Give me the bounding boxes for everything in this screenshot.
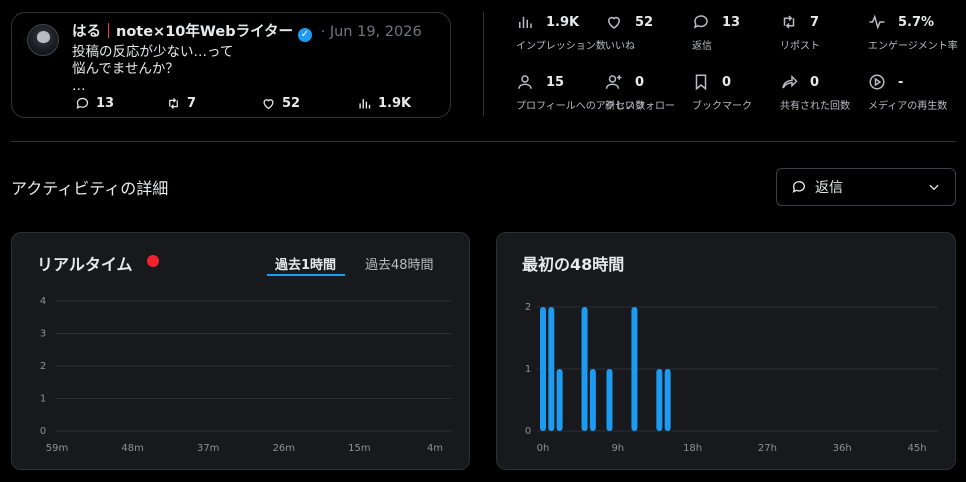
x-tick-label: 4m (427, 443, 443, 454)
x-tick-label: 48m (121, 443, 143, 454)
tweet-header: はる note×10年Webライター ✓ · Jun 19, 2026 (72, 22, 422, 42)
y-tick-label: 0 (525, 426, 531, 437)
reply-count: 13 (96, 96, 115, 111)
tweet-date-text: Jun 19, 2026 (329, 24, 422, 40)
metric-value: 5.7% (898, 14, 935, 30)
reply-icon (76, 97, 89, 110)
y-tick-label: 2 (525, 302, 531, 313)
tweet-actions: 13 7 52 1.9K (75, 96, 445, 114)
reply-action[interactable]: 13 (75, 96, 114, 111)
bar[interactable] (540, 307, 546, 431)
bar[interactable] (656, 369, 663, 431)
y-tick-label: 0 (40, 426, 46, 437)
reply-icon (693, 15, 708, 29)
share-icon (782, 74, 798, 89)
activity-title: アクティビティの詳細 (11, 179, 169, 198)
bar[interactable] (581, 307, 588, 431)
metric-play: - メディアの再生数 (868, 72, 966, 112)
tweet-card[interactable]: はる note×10年Webライター ✓ · Jun 19, 2026 投稿の反応が… (11, 12, 451, 118)
heart-icon (263, 99, 274, 110)
bar[interactable] (556, 369, 563, 431)
like-count: 52 (282, 96, 301, 111)
follow-icon (605, 75, 622, 89)
tweet-body: 投稿の反応が少ない…って 悩んでませんか？ … (72, 44, 234, 94)
repost-icon (169, 98, 178, 109)
first-48h-chart: 0 1 2 0h 9h 18h 27h 36h 45h (525, 302, 938, 454)
views-action[interactable]: 1.9K (357, 96, 411, 111)
x-tick-label: 45h (907, 443, 926, 454)
metric-value: 0 (810, 74, 820, 90)
bar[interactable] (631, 307, 638, 431)
avatar[interactable] (27, 24, 59, 56)
metric-value: - (898, 74, 904, 90)
repost-icon (783, 15, 795, 29)
bar[interactable] (606, 369, 613, 431)
x-tick-label: 27h (758, 443, 777, 454)
vertical-divider (483, 12, 484, 116)
tweet-date: · Jun 19, 2026 (316, 24, 422, 40)
y-tick-label: 2 (40, 361, 46, 372)
bar[interactable] (589, 369, 596, 431)
bar[interactable] (664, 369, 671, 431)
author-name[interactable]: はる (72, 24, 101, 40)
dropdown-selected: 返信 (815, 180, 843, 196)
first-48h-panel: 最初の48時間 0 1 2 0h 9h 18h 27h 36h 45h (496, 232, 956, 470)
x-tick-label: 36h (833, 443, 852, 454)
bar-chart-icon (359, 99, 371, 109)
metric-value: 0 (635, 74, 645, 90)
metric-label: エンゲージメント率 (868, 41, 958, 52)
metric-value: 0 (722, 74, 732, 90)
activity-type-dropdown[interactable]: 返信 (776, 168, 956, 206)
x-tick-label: 15m (348, 443, 370, 454)
realtime-chart: 0 1 2 3 4 59m 48m 37m 26m 15m 4m (40, 296, 452, 454)
like-action[interactable]: 52 (261, 96, 300, 111)
name-separator (108, 23, 109, 38)
metric-value: 13 (722, 14, 741, 30)
realtime-panel: リアルタイム 過去1時間 過去48時間 0 1 2 3 4 59m 48m 37m 26m 15m… (11, 232, 470, 470)
x-tick-label: 9h (611, 443, 624, 454)
metric-label: メディアの再生数 (868, 101, 948, 112)
metric-engagement: 5.7% エンゲージメント率 (868, 12, 966, 53)
x-tick-label: 0h (537, 443, 550, 454)
profile-icon (518, 75, 532, 89)
x-tick-label: 59m (46, 443, 68, 454)
engagement-icon (869, 14, 885, 30)
horizontal-divider (11, 141, 956, 142)
chevron-down-icon (929, 184, 939, 191)
verified-badge-icon: ✓ (298, 28, 312, 42)
y-tick-label: 1 (525, 364, 531, 375)
heart-icon (607, 16, 621, 29)
metric-value: 1.9K (546, 14, 580, 30)
reply-icon (792, 181, 805, 193)
repost-count: 7 (187, 96, 197, 111)
views-count: 1.9K (378, 96, 412, 111)
metric-value: 52 (635, 14, 654, 30)
bar[interactable] (548, 307, 555, 431)
play-icon (869, 74, 885, 90)
metric-value: 7 (810, 14, 820, 30)
y-tick-label: 3 (40, 329, 46, 340)
x-tick-label: 26m (273, 443, 295, 454)
x-tick-label: 37m (197, 443, 219, 454)
author-title[interactable]: note×10年Webライター (116, 24, 293, 40)
y-tick-label: 4 (40, 296, 46, 307)
x-tick-label: 18h (683, 443, 702, 454)
bookmark-icon (695, 74, 707, 91)
repost-action[interactable]: 7 (166, 96, 196, 111)
y-tick-label: 1 (40, 394, 46, 405)
bar-chart-icon (519, 16, 532, 28)
metric-value: 15 (546, 74, 565, 90)
